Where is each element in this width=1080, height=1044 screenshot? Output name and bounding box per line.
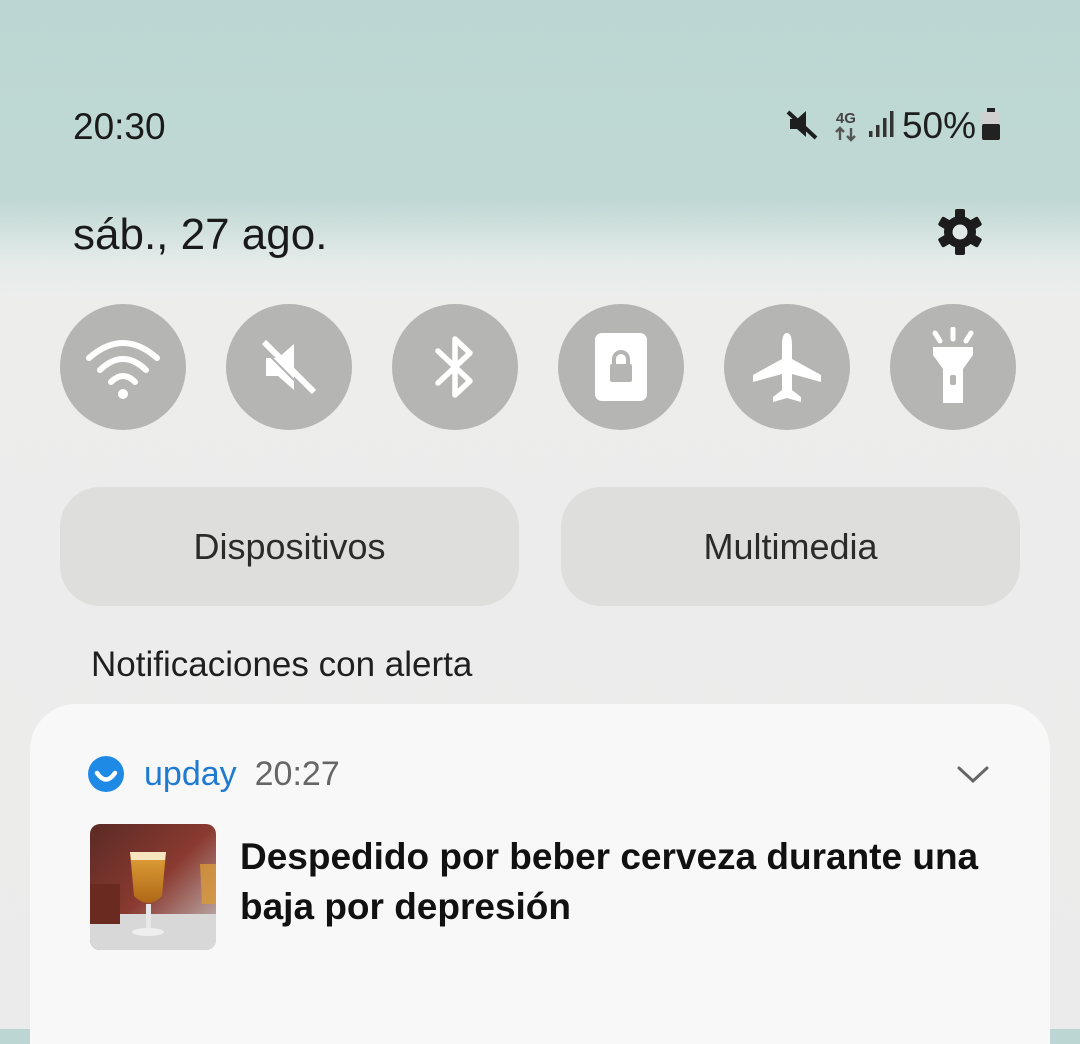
sound-toggle[interactable]	[226, 304, 352, 430]
quick-settings-row	[60, 304, 1020, 430]
notifications-section-title: Notificaciones con alerta	[91, 645, 473, 684]
notification-header: upday 20:27	[88, 754, 340, 794]
upday-app-icon	[88, 756, 124, 792]
rotation-lock-toggle[interactable]	[558, 304, 684, 430]
status-time: 20:30	[73, 106, 166, 147]
portrait-lock-icon	[593, 331, 649, 403]
bluetooth-icon	[430, 329, 480, 405]
mute-icon	[784, 106, 820, 147]
gear-icon[interactable]	[934, 206, 986, 258]
4g-icon: 4G	[832, 111, 860, 142]
date-label: sáb., 27 ago.	[73, 210, 328, 259]
notification-headline: Despedido por beber cerveza durante una …	[240, 836, 979, 927]
notification-time: 20:27	[254, 754, 340, 793]
battery-percent: 50%	[901, 105, 976, 146]
flashlight-icon	[925, 327, 981, 407]
devices-button[interactable]: Dispositivos	[60, 487, 519, 606]
notification-thumbnail	[90, 824, 216, 950]
chevron-down-icon[interactable]	[955, 756, 991, 792]
wifi-toggle[interactable]	[60, 304, 186, 430]
status-icons: 4G 50%	[784, 104, 1002, 148]
airplane-icon	[749, 329, 825, 405]
bluetooth-toggle[interactable]	[392, 304, 518, 430]
signal-icon	[868, 109, 896, 144]
flashlight-toggle[interactable]	[890, 304, 1016, 430]
media-button[interactable]: Multimedia	[561, 487, 1020, 606]
airplane-toggle[interactable]	[724, 304, 850, 430]
wifi-icon	[83, 332, 163, 402]
battery-icon	[980, 107, 1002, 146]
mute-icon	[256, 334, 322, 400]
notification-card[interactable]: upday 20:27 Despedido por beber cerveza …	[30, 704, 1050, 1044]
app-name: upday	[144, 754, 237, 793]
